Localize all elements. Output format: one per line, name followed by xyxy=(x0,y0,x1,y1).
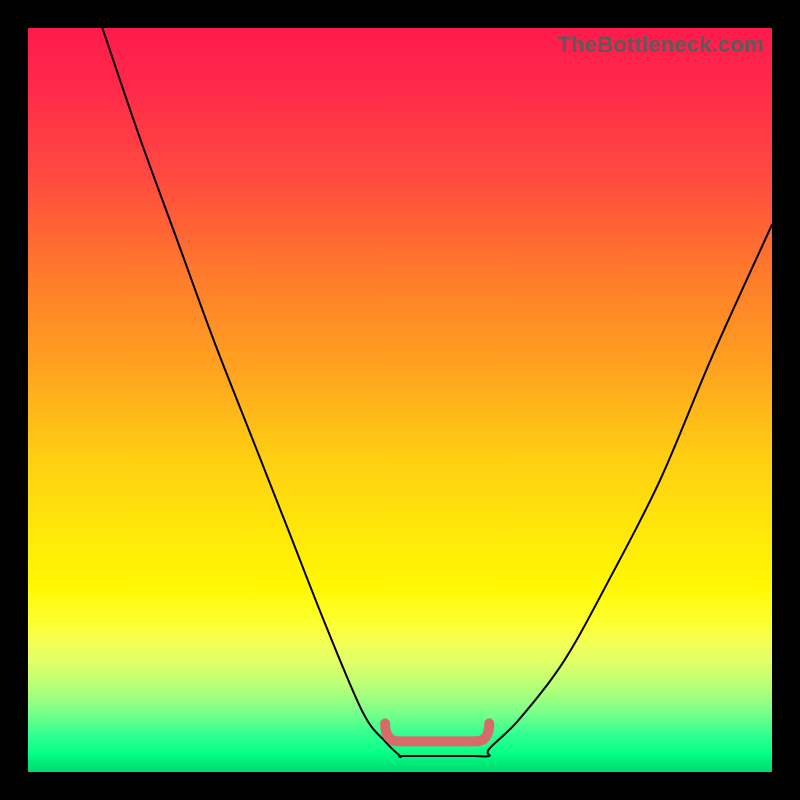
chart-frame: TheBottleneck.com xyxy=(28,28,772,772)
bottleneck-curve xyxy=(102,28,772,757)
valley-floor-marker xyxy=(385,723,489,741)
bottleneck-curve-layer xyxy=(28,28,772,772)
